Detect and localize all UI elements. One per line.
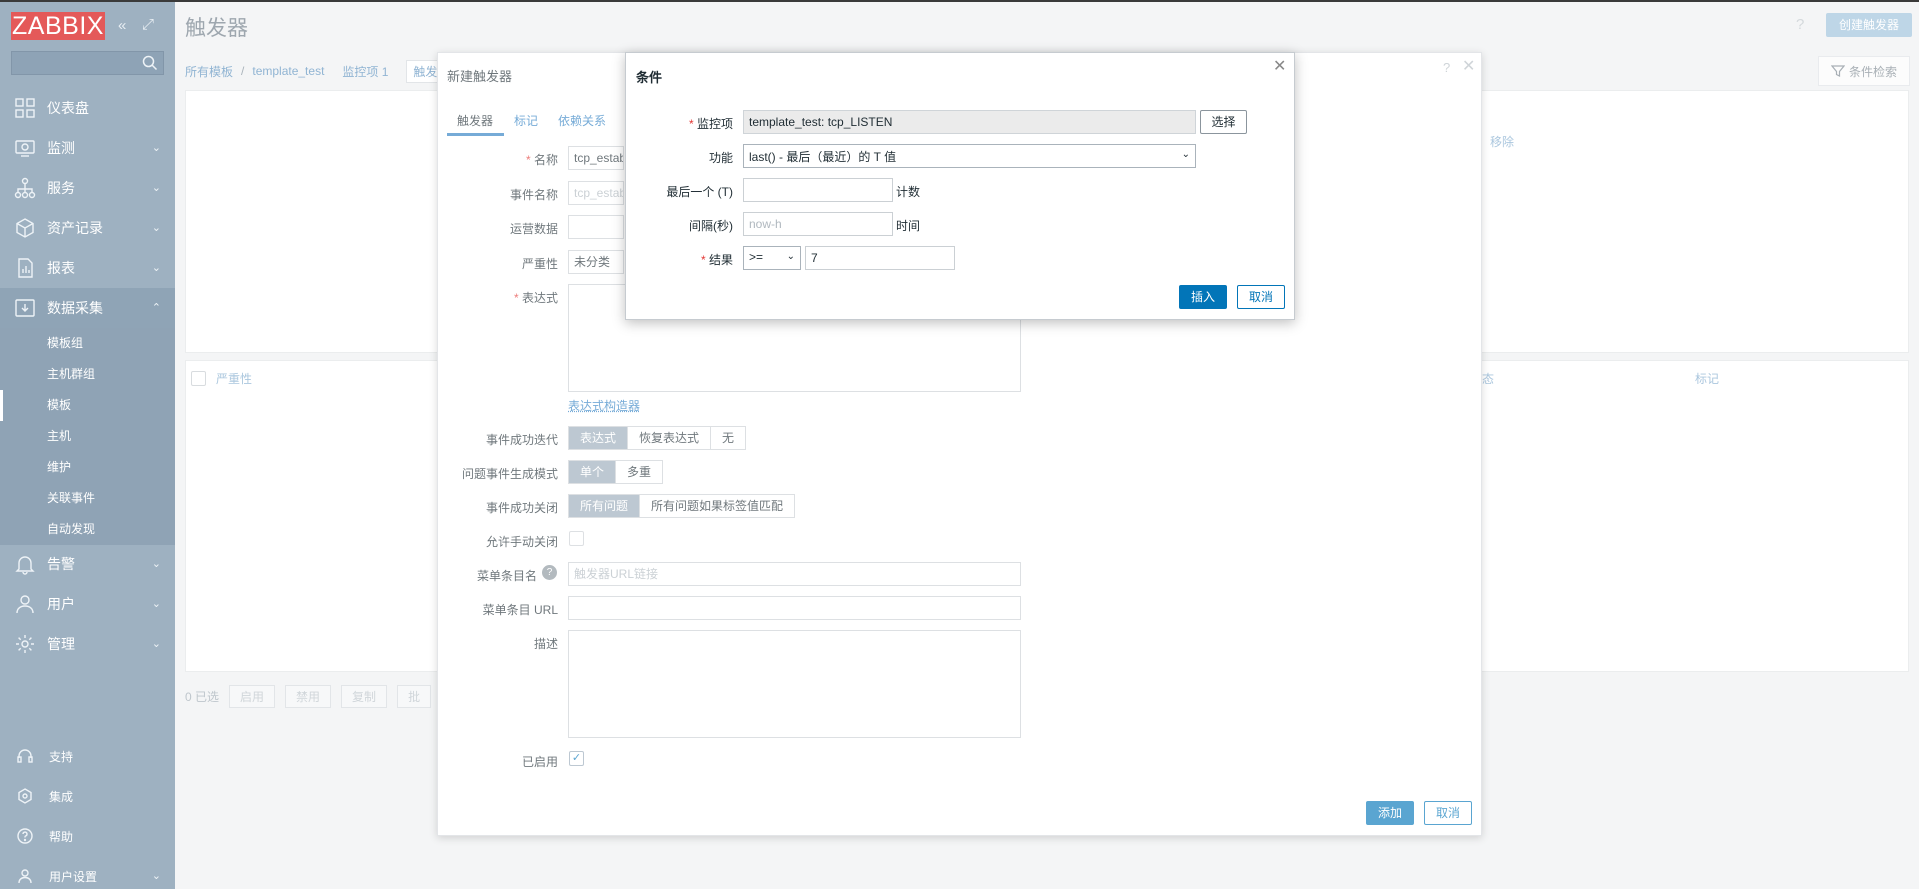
- nav-label: 帮助: [49, 828, 73, 845]
- nav-label: 告警: [47, 554, 75, 574]
- time-label: 时间: [896, 217, 920, 234]
- shift-input[interactable]: now-h: [743, 212, 893, 236]
- chevron-down-icon: ⌄: [152, 597, 161, 610]
- data-collection-icon: [13, 296, 37, 320]
- nav-user-settings[interactable]: 用户设置 ⌄: [0, 856, 175, 889]
- user-settings-icon: [15, 866, 35, 886]
- chevron-down-icon: ⌄: [152, 141, 161, 154]
- nav-label: 仪表盘: [47, 98, 89, 118]
- search-icon[interactable]: [141, 54, 159, 72]
- nav-data-collection[interactable]: 数据采集 ⌃: [0, 288, 175, 328]
- nav-label: 管理: [47, 634, 75, 654]
- cancel-button[interactable]: 取消: [1237, 285, 1285, 309]
- monitoring-icon: [13, 136, 37, 160]
- chevron-up-icon: ⌃: [152, 301, 161, 314]
- result-label: 结果: [623, 251, 733, 268]
- subnav-host-groups[interactable]: 主机群组: [0, 359, 175, 390]
- function-value: last() - 最后（最近）的 T 值: [749, 150, 896, 164]
- subnav-templates[interactable]: 模板: [0, 390, 175, 421]
- last-of-input[interactable]: [743, 178, 893, 202]
- support-icon: [15, 746, 35, 766]
- nav-label: 集成: [49, 788, 73, 805]
- chevron-down-icon: ⌄: [152, 181, 161, 194]
- nav-label: 数据采集: [47, 298, 103, 318]
- nav-inventory[interactable]: 资产记录 ⌄: [0, 208, 175, 248]
- dialog-title: 条件: [636, 67, 662, 86]
- subnav-discovery[interactable]: 自动发现: [0, 514, 175, 545]
- subnav-maintenance[interactable]: 维护: [0, 452, 175, 483]
- nav-label: 支持: [49, 748, 73, 765]
- dashboard-icon: [13, 96, 37, 120]
- alerts-icon: [13, 552, 37, 576]
- chevron-down-icon: ⌄: [787, 251, 795, 262]
- nav-help[interactable]: 帮助: [0, 816, 175, 856]
- users-icon: [13, 592, 37, 616]
- nav-label: 监测: [47, 138, 75, 158]
- result-input[interactable]: 7: [805, 246, 955, 270]
- chevron-down-icon: ⌄: [1182, 149, 1190, 160]
- function-select[interactable]: last() - 最后（最近）的 T 值 ⌄: [743, 144, 1196, 168]
- function-label: 功能: [623, 149, 733, 166]
- zabbix-logo[interactable]: ZABBIX: [11, 12, 105, 40]
- nav-label: 报表: [47, 258, 75, 278]
- chevron-down-icon: ⌄: [152, 221, 161, 234]
- nav-support[interactable]: 支持: [0, 736, 175, 776]
- shift-label: 间隔(秒): [623, 217, 733, 234]
- nav-label: 用户设置: [49, 868, 97, 885]
- kiosk-mode-icon[interactable]: ⤢: [142, 17, 154, 33]
- item-label: 监控项: [623, 115, 733, 132]
- nav-integrations[interactable]: 集成: [0, 776, 175, 816]
- subnav-template-groups[interactable]: 模板组: [0, 328, 175, 359]
- inventory-icon: [13, 216, 37, 240]
- close-icon[interactable]: ✕: [1273, 56, 1286, 76]
- subnav-event-correlation[interactable]: 关联事件: [0, 483, 175, 514]
- chevron-down-icon: ⌄: [152, 261, 161, 274]
- nav-label: 资产记录: [47, 218, 103, 238]
- insert-button[interactable]: 插入: [1179, 285, 1227, 309]
- services-icon: [13, 176, 37, 200]
- nav-label: 服务: [47, 178, 75, 198]
- collapse-sidebar-icon[interactable]: «: [118, 18, 126, 34]
- nav-reports[interactable]: 报表 ⌄: [0, 248, 175, 288]
- chevron-down-icon: ⌄: [152, 637, 161, 650]
- select-item-button[interactable]: 选择: [1200, 110, 1247, 134]
- operator-value: >=: [749, 250, 763, 264]
- admin-icon: [13, 632, 37, 656]
- reports-icon: [13, 256, 37, 280]
- nav-administration[interactable]: 管理 ⌄: [0, 624, 175, 664]
- chevron-down-icon: ⌄: [152, 869, 161, 882]
- nav-services[interactable]: 服务 ⌄: [0, 168, 175, 208]
- chevron-down-icon: ⌄: [152, 557, 161, 570]
- nav-dashboard[interactable]: 仪表盘: [0, 88, 175, 128]
- nav-monitoring[interactable]: 监测 ⌄: [0, 128, 175, 168]
- item-input[interactable]: template_test: tcp_LISTEN: [743, 110, 1196, 134]
- operator-select[interactable]: >= ⌄: [743, 246, 801, 270]
- last-of-label: 最后一个 (T): [623, 183, 733, 200]
- nav-label: 用户: [47, 594, 75, 614]
- help-icon: [15, 826, 35, 846]
- nav-users[interactable]: 用户 ⌄: [0, 584, 175, 624]
- subnav-hosts[interactable]: 主机: [0, 421, 175, 452]
- count-label: 计数: [896, 183, 920, 200]
- integrations-icon: [15, 786, 35, 806]
- nav-alerts[interactable]: 告警 ⌄: [0, 544, 175, 584]
